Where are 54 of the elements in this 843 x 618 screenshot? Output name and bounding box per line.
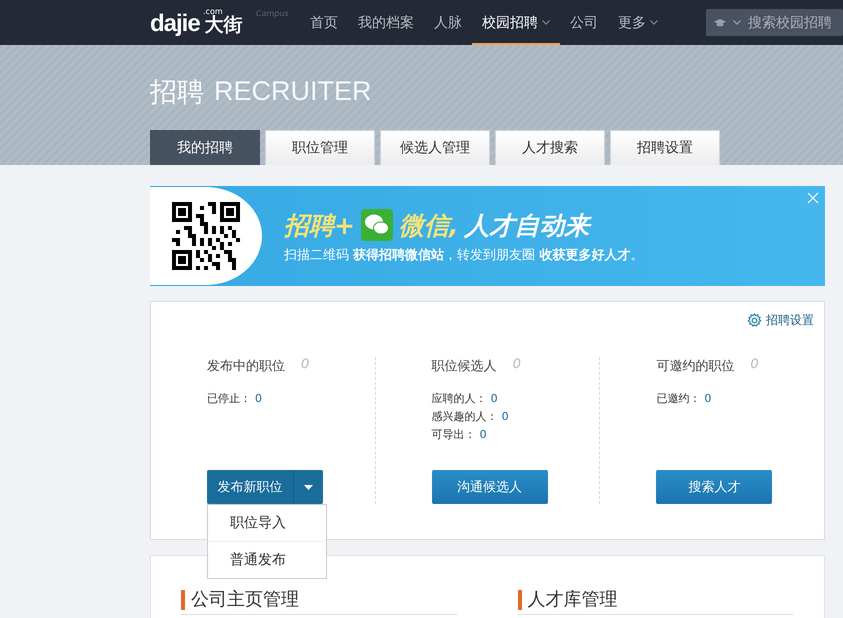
nav-link[interactable]: 我的档案: [348, 0, 424, 45]
stat-value[interactable]: 0: [704, 392, 712, 405]
page-title: 招聘: [150, 76, 204, 110]
stat-value[interactable]: 0: [255, 392, 262, 405]
tab[interactable]: 候选人管理: [380, 130, 490, 165]
stat-value[interactable]: 0: [502, 410, 509, 423]
menu-item[interactable]: 职位导入: [208, 505, 326, 541]
stat-title: 职位候选人: [432, 358, 497, 375]
stat-label: 感兴趣的人：: [432, 410, 498, 423]
tab[interactable]: 职位管理: [265, 130, 375, 165]
banner-text: 扫描二维码 获得招聘微信站，转发到朋友圈 收获更多好人才。: [284, 246, 644, 264]
menu-item[interactable]: 普通发布: [208, 541, 326, 578]
publish-button[interactable]: 发布新职位: [207, 470, 293, 504]
settings-link-label[interactable]: 招聘设置: [766, 312, 814, 329]
tab[interactable]: 我的招聘: [150, 130, 260, 165]
banner-headline: 人才自动来: [464, 208, 590, 242]
logo-tag: Campus: [256, 8, 289, 18]
stat-value[interactable]: 0: [490, 392, 498, 405]
stat-label: 已邀约：: [656, 392, 700, 405]
search-field[interactable]: 搜索校园招聘: [748, 14, 843, 30]
stat-title: 发布中的职位: [207, 358, 285, 375]
nav-link[interactable]: 更多: [608, 0, 668, 45]
stat-label: 已停止：: [207, 392, 251, 405]
action-button[interactable]: 沟通候选人: [432, 470, 548, 504]
page-subtitle: RECRUITER: [214, 76, 372, 107]
stat-label: 应聘的人：: [432, 392, 487, 405]
logo-text[interactable]: dajie: [150, 8, 200, 38]
logo-text[interactable]: 大街: [204, 14, 243, 34]
nav-link[interactable]: 公司: [560, 0, 608, 45]
chat-bubbles-icon: [360, 209, 393, 241]
caret-icon: [733, 20, 741, 25]
stat-count: 0: [750, 357, 759, 374]
tab[interactable]: 招聘设置: [610, 130, 720, 165]
action-button[interactable]: 搜索人才: [656, 470, 772, 504]
logo-domain: .com: [203, 6, 223, 16]
caret-icon: [304, 484, 313, 490]
section-heading: 公司主页管理: [181, 590, 458, 610]
nav-link[interactable]: 首页: [300, 0, 348, 45]
stat-count: 0: [512, 357, 521, 374]
tab[interactable]: 人才搜索: [495, 130, 605, 165]
banner-headline: 招聘+: [284, 210, 355, 242]
search-box[interactable]: 搜索校园招聘: [706, 9, 843, 36]
nav-link[interactable]: 人脉: [424, 0, 472, 45]
stat-title: 可邀约的职位: [656, 358, 734, 375]
graduation-cap-icon: [714, 16, 726, 28]
dropdown-toggle-button[interactable]: [293, 470, 323, 504]
qr-code-icon: [172, 202, 240, 270]
stat-value[interactable]: 0: [480, 428, 487, 441]
gear-icon: [747, 313, 762, 328]
stat-count: 0: [301, 357, 310, 374]
stat-label: 可导出：: [432, 428, 476, 441]
section-heading: 人才库管理: [518, 590, 794, 610]
banner-headline: 微信,: [398, 210, 458, 242]
settings-link[interactable]: 招聘设置: [747, 312, 814, 329]
